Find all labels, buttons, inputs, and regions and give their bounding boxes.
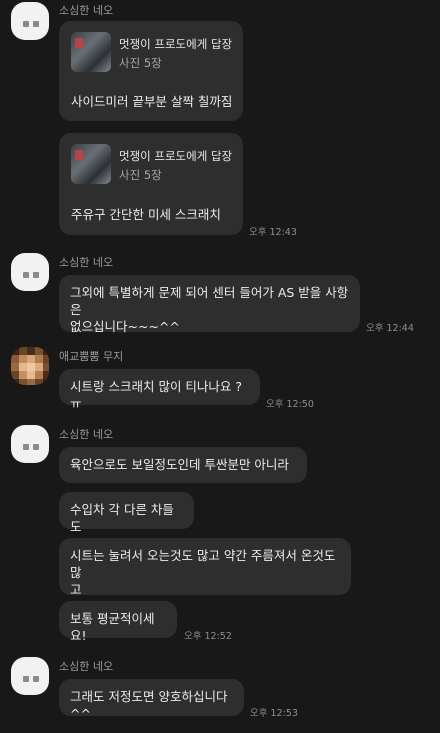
reply-title: 멋쟁이 프로도에게 답장 xyxy=(119,149,233,163)
sender-name: 소심한 네오 xyxy=(59,256,114,269)
avatar-eye-icon xyxy=(33,676,39,682)
avatar-eye-icon xyxy=(33,21,39,27)
avatar-eye-icon xyxy=(33,272,39,278)
message-text-line: 시트는 눌려서 오는것도 많고 약간 주름져서 온것도 많 xyxy=(70,548,336,580)
sender-name: 소심한 네오 xyxy=(59,428,114,441)
message-text: 주유구 간단한 미세 스크래치 xyxy=(71,207,221,222)
sender-name: 소심한 네오 xyxy=(59,660,114,673)
avatar-eye-icon xyxy=(23,444,29,450)
reply-subtitle: 사진 5장 xyxy=(119,168,162,182)
message-time: 오후 12:50 xyxy=(266,399,314,410)
message-bubble[interactable]: 보통 평균적이세요! xyxy=(59,601,177,643)
message-text: 육안으로도 보일정도인데 투싼분만 아니라 xyxy=(70,457,289,472)
avatar-eye-icon xyxy=(33,444,39,450)
message-text: 그래도 저정도면 양호하십니다^^ xyxy=(70,689,228,721)
message-bubble[interactable]: 수입차 각 다른 차들도 xyxy=(59,492,194,534)
reply-bubble[interactable]: 멋쟁이 프로도에게 답장 사진 5장 주유구 간단한 미세 스크래치 xyxy=(59,133,243,235)
avatar-neo[interactable] xyxy=(11,2,49,40)
sender-name: 소심한 네오 xyxy=(59,4,114,17)
photo-thumbnail[interactable] xyxy=(71,32,111,72)
message-bubble[interactable]: 그외에 특별하게 문제 되어 센터 들어가 AS 받을 사항은 없으십니다~~~… xyxy=(59,275,360,334)
message-text-line: 그외에 특별하게 문제 되어 센터 들어가 AS 받을 사항은 xyxy=(70,285,349,317)
photo-thumbnail[interactable] xyxy=(71,144,111,184)
reply-subtitle: 사진 5장 xyxy=(119,56,162,70)
message-text: 보통 평균적이세요! xyxy=(70,611,155,643)
avatar-neo[interactable] xyxy=(11,425,49,463)
sender-name: 애교뿜뿜 무지 xyxy=(59,350,124,363)
avatar-eye-icon xyxy=(23,272,29,278)
avatar-neo[interactable] xyxy=(11,253,49,291)
message-time: 오후 12:53 xyxy=(250,708,298,719)
avatar-neo[interactable] xyxy=(11,657,49,695)
message-time: 오후 12:43 xyxy=(249,227,297,238)
reply-bubble[interactable]: 멋쟁이 프로도에게 답장 사진 5장 사이드미러 끝부분 살짝 칠까짐 xyxy=(59,21,243,121)
avatar-eye-icon xyxy=(23,21,29,27)
message-bubble[interactable]: 육안으로도 보일정도인데 투싼분만 아니라 xyxy=(59,447,307,483)
message-time: 오후 12:44 xyxy=(366,323,414,334)
message-bubble[interactable]: 시트는 눌려서 오는것도 많고 약간 주름져서 온것도 많 고 xyxy=(59,538,351,597)
reply-title: 멋쟁이 프로도에게 답장 xyxy=(119,37,233,51)
message-bubble[interactable]: 시트랑 스크래치 많이 티나나요 ? ㅠ xyxy=(59,369,260,411)
message-text-line: 고 xyxy=(70,582,82,597)
avatar-muzi[interactable] xyxy=(11,347,49,385)
message-text-line: 없으십니다~~~^^ xyxy=(70,319,180,334)
message-text: 사이드미러 끝부분 살짝 칠까짐 xyxy=(71,94,233,109)
message-time: 오후 12:52 xyxy=(184,631,232,642)
avatar-eye-icon xyxy=(23,676,29,682)
message-text: 시트랑 스크래치 많이 티나나요 ? ㅠ xyxy=(70,379,243,411)
message-text: 수입차 각 다른 차들도 xyxy=(70,502,174,534)
message-bubble[interactable]: 그래도 저정도면 양호하십니다^^ xyxy=(59,679,244,721)
